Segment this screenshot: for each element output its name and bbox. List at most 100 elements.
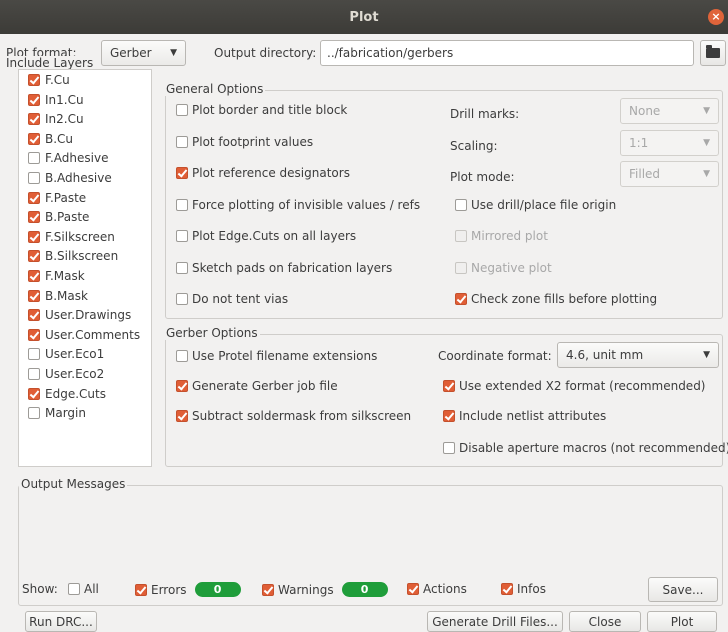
layer-item[interactable]: B.Cu <box>28 132 73 146</box>
layer-item[interactable]: B.Paste <box>28 210 89 224</box>
layer-item[interactable]: User.Drawings <box>28 308 131 322</box>
checkbox-icon <box>28 368 40 380</box>
check-zone-fills-checkbox[interactable]: Check zone fills before plotting <box>455 292 657 306</box>
drill-marks-select[interactable]: None ▼ <box>620 98 719 124</box>
checkbox-icon <box>443 410 455 422</box>
scaling-select[interactable]: 1:1 ▼ <box>620 130 719 156</box>
drill-marks-value: None <box>629 104 661 118</box>
include-layers-title: Include Layers <box>4 56 96 70</box>
layer-label: Edge.Cuts <box>45 386 106 401</box>
checkbox-icon <box>407 583 419 595</box>
layer-item[interactable]: F.Adhesive <box>28 151 108 165</box>
checkbox-icon <box>28 270 40 282</box>
checkbox-icon <box>28 152 40 165</box>
layer-item[interactable]: In1.Cu <box>28 93 84 107</box>
checkbox-icon <box>28 407 40 420</box>
generate-drill-files-button[interactable]: Generate Drill Files... <box>427 611 563 632</box>
general-options-title: General Options <box>164 82 266 96</box>
layer-item[interactable]: In2.Cu <box>28 112 84 126</box>
layer-label: B.Cu <box>45 131 74 146</box>
messages-area[interactable] <box>20 497 720 569</box>
layer-item[interactable]: F.Mask <box>28 269 85 283</box>
plot-mode-select[interactable]: Filled ▼ <box>620 161 719 187</box>
layer-label: F.Paste <box>45 190 87 205</box>
mirrored-plot-label: Mirrored plot <box>471 229 548 243</box>
disable-aperture-checkbox[interactable]: Disable aperture macros (not recommended… <box>443 441 728 455</box>
checkbox-icon <box>176 167 188 179</box>
chevron-down-icon: ▼ <box>703 350 710 360</box>
checkbox-icon <box>176 410 188 422</box>
checkbox-icon <box>455 199 467 211</box>
plot-format-select[interactable]: Gerber ▼ <box>101 40 186 66</box>
check-zone-fills-label: Check zone fills before plotting <box>471 292 658 306</box>
layer-item[interactable]: User.Eco1 <box>28 347 104 361</box>
checkbox-icon <box>176 104 188 116</box>
layer-item[interactable]: Edge.Cuts <box>28 387 106 401</box>
close-button[interactable]: Close <box>569 611 641 632</box>
checkbox-icon <box>28 309 40 322</box>
output-dir-input[interactable]: ../fabrication/gerbers <box>320 40 694 66</box>
edge-cuts-all-checkbox[interactable]: Plot Edge.Cuts on all layers <box>176 229 356 243</box>
layer-label: User.Comments <box>45 327 141 342</box>
checkbox-icon <box>28 74 40 86</box>
output-dir-label: Output directory: <box>214 46 317 60</box>
checkbox-icon <box>262 583 274 596</box>
window-titlebar: Plot × <box>0 0 728 34</box>
layer-item[interactable]: User.Comments <box>28 328 140 342</box>
layer-label: User.Eco1 <box>45 347 105 362</box>
close-window-icon[interactable]: × <box>708 9 724 25</box>
run-drc-button[interactable]: Run DRC... <box>25 611 97 632</box>
checkbox-icon <box>28 93 40 106</box>
checkbox-icon <box>28 387 40 400</box>
show-actions-checkbox[interactable]: Actions <box>407 582 467 596</box>
save-messages-button[interactable]: Save... <box>648 577 718 602</box>
layer-item[interactable]: F.Cu <box>28 73 70 87</box>
show-all-checkbox[interactable]: All <box>68 582 99 596</box>
sketch-pads-checkbox[interactable]: Sketch pads on fabrication layers <box>176 261 392 275</box>
plot-ref-designators-checkbox[interactable]: Plot reference designators <box>176 166 350 180</box>
layer-item[interactable]: B.Silkscreen <box>28 249 118 263</box>
layer-item[interactable]: F.Paste <box>28 191 86 205</box>
checkbox-icon <box>28 211 40 224</box>
chevron-down-icon: ▼ <box>703 106 710 116</box>
use-drill-origin-checkbox[interactable]: Use drill/place file origin <box>455 198 616 212</box>
plot-format-value: Gerber <box>110 46 152 60</box>
show-infos-label: Infos <box>517 582 546 596</box>
subtract-soldermask-checkbox[interactable]: Subtract soldermask from silkscreen <box>176 409 411 423</box>
checkbox-icon <box>176 199 188 211</box>
show-warnings-checkbox[interactable]: Warnings 0 <box>262 582 388 597</box>
negative-plot-checkbox[interactable]: Negative plot <box>455 261 552 275</box>
show-errors-checkbox[interactable]: Errors 0 <box>135 582 241 597</box>
mirrored-plot-checkbox[interactable]: Mirrored plot <box>455 229 548 243</box>
job-file-label: Generate Gerber job file <box>192 379 338 393</box>
x2-format-checkbox[interactable]: Use extended X2 format (recommended) <box>443 379 706 393</box>
window-title: Plot <box>349 9 379 25</box>
layer-item[interactable]: Margin <box>28 406 86 420</box>
no-tent-vias-checkbox[interactable]: Do not tent vias <box>176 292 288 306</box>
plot-border-checkbox[interactable]: Plot border and title block <box>176 103 347 117</box>
checkbox-icon <box>455 230 467 242</box>
layer-item[interactable]: User.Eco2 <box>28 367 104 381</box>
layer-item[interactable]: B.Mask <box>28 289 88 303</box>
browse-folder-button[interactable] <box>700 40 726 66</box>
layer-label: User.Drawings <box>45 308 132 323</box>
coord-format-select[interactable]: 4.6, unit mm ▼ <box>557 342 719 368</box>
plot-button[interactable]: Plot <box>647 611 717 632</box>
plot-footprint-values-checkbox[interactable]: Plot footprint values <box>176 135 313 149</box>
checkbox-icon <box>28 250 40 263</box>
protel-ext-checkbox[interactable]: Use Protel filename extensions <box>176 349 377 363</box>
layer-item[interactable]: B.Adhesive <box>28 171 112 185</box>
plot-footprint-values-label: Plot footprint values <box>192 135 314 149</box>
layer-label: Margin <box>45 406 86 421</box>
checkbox-icon <box>176 136 188 148</box>
show-infos-checkbox[interactable]: Infos <box>501 582 546 596</box>
force-invisible-checkbox[interactable]: Force plotting of invisible values / ref… <box>176 198 420 212</box>
checkbox-icon <box>135 583 147 596</box>
plot-mode-value: Filled <box>629 167 661 181</box>
layer-item[interactable]: F.Silkscreen <box>28 230 115 244</box>
layer-list[interactable]: F.Cu In1.Cu In2.Cu B.Cu F.Adhesive B.Adhesive… <box>18 69 152 467</box>
checkbox-icon <box>176 262 188 274</box>
chevron-down-icon: ▼ <box>703 169 710 179</box>
netlist-attrs-checkbox[interactable]: Include netlist attributes <box>443 409 606 423</box>
job-file-checkbox[interactable]: Generate Gerber job file <box>176 379 338 393</box>
